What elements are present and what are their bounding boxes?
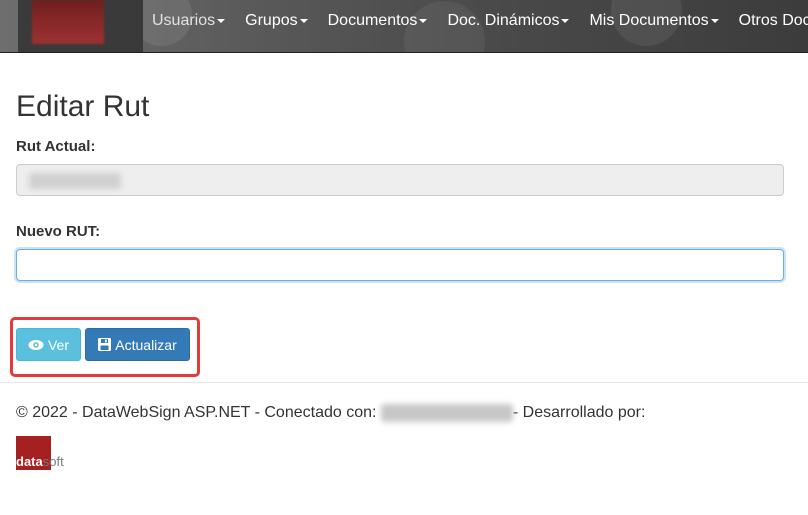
top-navbar: Usuarios Grupos Documentos Doc. Dinámico… (0, 0, 808, 53)
footer-text-after: - Desarrollado por: (512, 404, 646, 422)
nuevo-rut-input[interactable] (16, 249, 784, 281)
menu-item-doc-dinamicos[interactable]: Doc. Dinámicos (447, 12, 570, 30)
page-title: Editar Rut (16, 90, 150, 123)
caret-down-icon (710, 18, 719, 23)
ver-button[interactable]: Ver (16, 328, 81, 361)
datasoft-logo: datasoft (16, 436, 86, 470)
caret-down-icon (419, 18, 428, 23)
rut-actual-label: Rut Actual: (16, 138, 96, 155)
floppy-disk-icon (98, 338, 112, 351)
actualizar-button[interactable]: Actualizar (85, 328, 190, 361)
menu-item-grupos[interactable]: Grupos (245, 12, 308, 30)
menu-item-label: Doc. Dinámicos (447, 12, 560, 29)
brand-logo[interactable] (18, 0, 143, 52)
footer-text-before: © 2022 - DataWebSign ASP.NET - Conectado… (16, 404, 377, 422)
brand-logo-image (32, 0, 104, 44)
menu-item-label: Documentos (327, 12, 418, 29)
datasoft-logo-part1: data (16, 454, 43, 469)
menu-item-label: Grupos (245, 12, 298, 29)
main-menu: Usuarios Grupos Documentos Doc. Dinámico… (152, 0, 808, 42)
nuevo-rut-label: Nuevo RUT: (16, 223, 101, 240)
datasoft-logo-text: datasoft (16, 454, 64, 469)
eye-icon (28, 339, 44, 350)
redacted-user (380, 404, 513, 422)
menu-item-documentos[interactable]: Documentos (328, 12, 428, 30)
menu-item-mis-documentos[interactable]: Mis Documentos (589, 12, 719, 30)
menu-item-usuarios[interactable]: Usuarios (152, 12, 226, 30)
menu-item-label: Mis Documentos (589, 12, 709, 29)
caret-down-icon (299, 18, 308, 23)
ver-button-label: Ver (47, 336, 69, 353)
datasoft-logo-part2: soft (42, 454, 64, 469)
redacted-rut-value (29, 173, 121, 189)
caret-down-icon (217, 18, 226, 23)
footer-divider (0, 382, 808, 383)
menu-item-otros-documentos[interactable]: Otros Doc (739, 12, 808, 30)
menu-item-label: Usuarios (152, 12, 216, 29)
caret-down-icon (561, 18, 570, 23)
rut-actual-field (16, 164, 784, 196)
actualizar-button-label: Actualizar (115, 336, 177, 353)
menu-item-label: Otros Doc (738, 12, 808, 29)
footer: © 2022 - DataWebSign ASP.NET - Conectado… (16, 404, 645, 422)
